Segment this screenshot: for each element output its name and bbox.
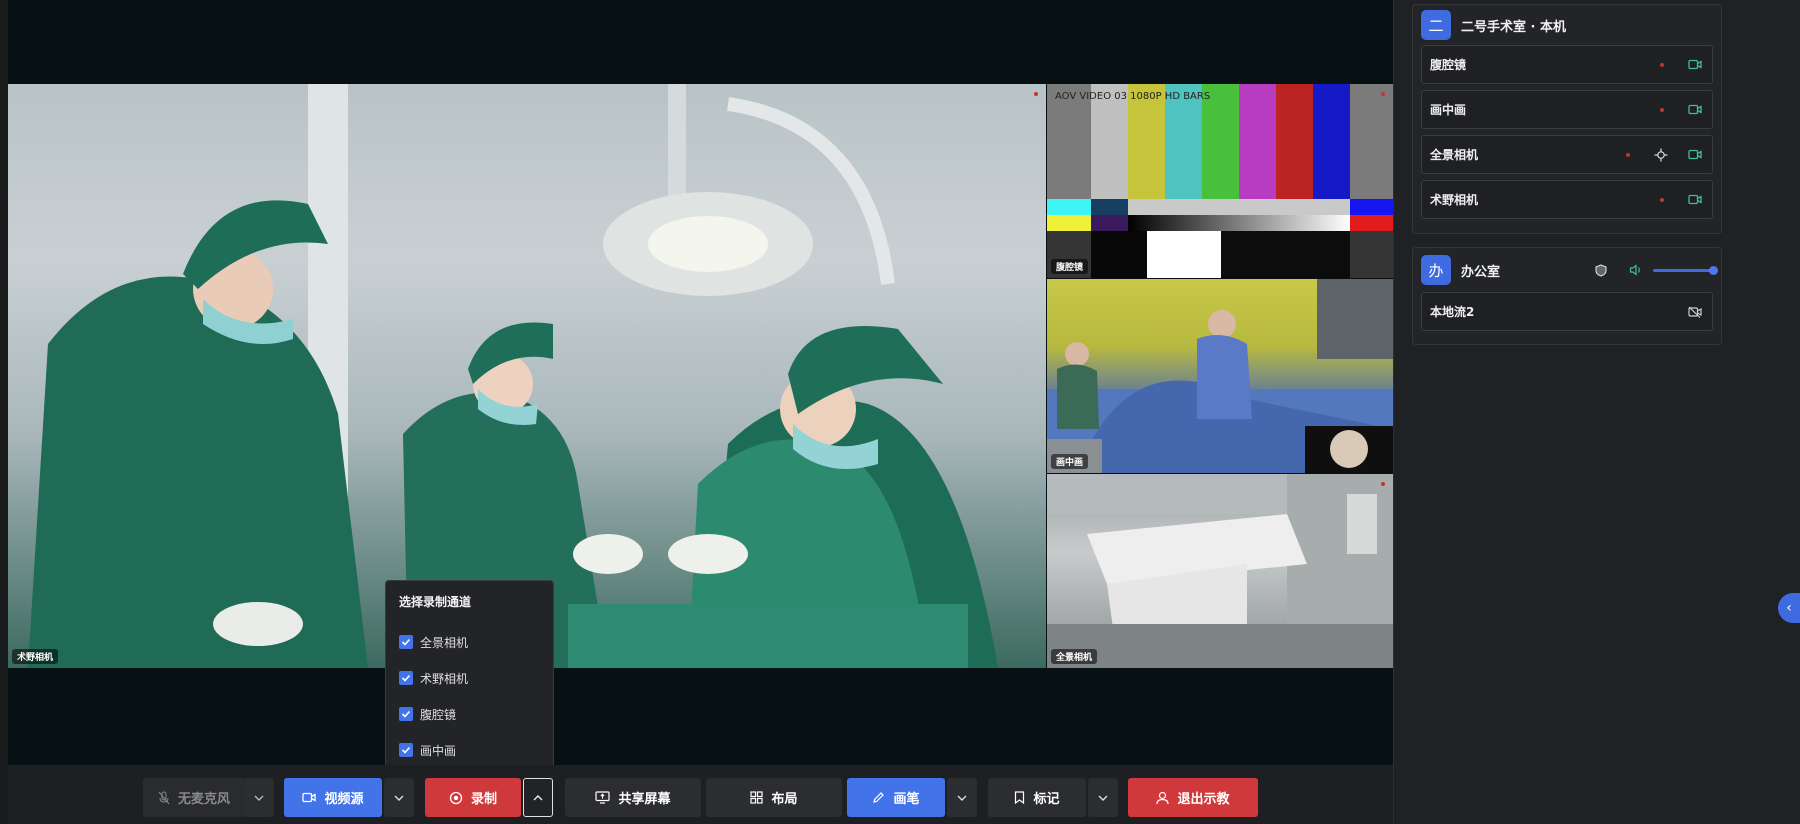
record-channel-popup: 选择录制通道 全景相机 术野相机 腹腔镜 画中画 — [385, 580, 554, 767]
recording-dot — [1034, 92, 1038, 96]
user-icon — [1156, 791, 1170, 805]
layout-label: 布局 — [771, 792, 798, 807]
color-bars-caption: AOV VIDEO 03 1080P HD BARS — [1055, 91, 1211, 102]
mic-off-icon — [158, 791, 170, 805]
recording-dot — [1660, 197, 1664, 202]
video-camera-icon[interactable] — [1688, 149, 1704, 161]
record-option-panoramic[interactable]: 全景相机 — [399, 624, 540, 660]
channel-name: 腹腔镜 — [1430, 58, 1467, 72]
room-badge: 办 — [1421, 255, 1451, 285]
room-title: 二号手术室 · 本机 — [1461, 19, 1566, 35]
ptz-control-icon[interactable] — [1654, 148, 1668, 162]
mark-label: 标记 — [1033, 792, 1060, 807]
video-camera-off-icon[interactable] — [1688, 306, 1704, 318]
pen-button[interactable]: 画笔 — [847, 778, 945, 817]
record-option-field-camera[interactable]: 术野相机 — [399, 660, 540, 696]
checkbox-checked-icon[interactable] — [399, 743, 413, 757]
record-option-label: 腹腔镜 — [420, 707, 457, 722]
tile-label-pip: 画中画 — [1051, 454, 1089, 469]
record-option-label: 画中画 — [420, 743, 457, 758]
chevron-down-icon — [394, 791, 404, 804]
record-icon — [449, 791, 463, 805]
room-badge: 二 — [1421, 10, 1451, 40]
recording-dot — [1381, 92, 1385, 96]
channel-item-panoramic[interactable]: 全景相机 — [1421, 135, 1713, 174]
operating-room-image — [1047, 279, 1393, 473]
record-dropdown[interactable] — [523, 778, 553, 817]
channel-item-pip[interactable]: 画中画 — [1421, 90, 1713, 129]
channel-name: 全景相机 — [1430, 148, 1479, 162]
record-button[interactable]: 录制 — [425, 778, 521, 817]
room-group-office: 办 办公室 本地流2 — [1412, 247, 1722, 345]
volume-slider[interactable] — [1653, 265, 1718, 275]
record-option-label: 全景相机 — [420, 635, 469, 650]
pen-icon — [872, 791, 885, 804]
channel-name: 画中画 — [1430, 103, 1467, 117]
mic-label: 无麦克风 — [177, 792, 230, 807]
tile-label-panoramic: 全景相机 — [1051, 649, 1098, 664]
mark-dropdown[interactable] — [1088, 778, 1118, 817]
video-tile-laparoscope[interactable]: AOV VIDEO 03 1080P HD BARS 腹腔镜 — [1047, 84, 1393, 278]
recording-dot — [1660, 62, 1664, 67]
sidebar-collapse-button[interactable]: ‹ — [1778, 593, 1800, 623]
video-camera-icon[interactable] — [1688, 194, 1704, 206]
popup-title: 选择录制通道 — [399, 595, 472, 609]
exit-label: 退出示教 — [1177, 792, 1230, 807]
recording-dot — [1381, 482, 1385, 486]
record-option-laparoscope[interactable]: 腹腔镜 — [399, 696, 540, 732]
video-stage: 术野相机 AOV VIDEO 03 1080P HD BARS 腹腔镜 画中画 … — [8, 0, 1393, 765]
bottom-toolbar: 无麦克风 视频源 录制 共享屏幕 布局 画笔 标记 退出示教 — [8, 765, 1393, 824]
chevron-left-icon: ‹ — [1786, 600, 1792, 616]
room-title: 办公室 — [1461, 264, 1501, 280]
share-screen-label: 共享屏幕 — [618, 792, 671, 807]
layout-button[interactable]: 布局 — [706, 778, 842, 817]
video-tile-pip[interactable]: 画中画 — [1047, 279, 1393, 473]
speaker-icon[interactable] — [1629, 264, 1643, 276]
recording-dot — [1660, 107, 1664, 112]
video-tile-panoramic[interactable]: 全景相机 — [1047, 474, 1393, 668]
pen-label: 画笔 — [893, 792, 920, 807]
channel-name: 术野相机 — [1430, 193, 1479, 207]
share-screen-button[interactable]: 共享屏幕 — [565, 778, 701, 817]
right-sidebar: 二 二号手术室 · 本机 腹腔镜 画中画 全景相机 术野相机 办 办公室 本地流… — [1393, 0, 1800, 824]
checkbox-checked-icon[interactable] — [399, 707, 413, 721]
video-camera-icon[interactable] — [1688, 59, 1704, 71]
record-option-label: 术野相机 — [420, 671, 469, 686]
pen-dropdown[interactable] — [947, 778, 977, 817]
checkbox-checked-icon[interactable] — [399, 635, 413, 649]
share-screen-icon — [595, 791, 611, 804]
volume-slider-knob[interactable] — [1709, 265, 1718, 275]
room-group-header: 办 办公室 — [1413, 248, 1721, 292]
exit-teaching-button[interactable]: 退出示教 — [1128, 778, 1258, 817]
room-group-header: 二 二号手术室 · 本机 — [1413, 5, 1721, 45]
bookmark-icon — [1014, 791, 1025, 804]
room-group-local: 二 二号手术室 · 本机 腹腔镜 画中画 全景相机 术野相机 — [1412, 4, 1722, 234]
video-source-label: 视频源 — [324, 792, 364, 807]
panoramic-room-image — [1047, 474, 1393, 668]
checkbox-checked-icon[interactable] — [399, 671, 413, 685]
video-source-button[interactable]: 视频源 — [284, 778, 382, 817]
record-option-pip[interactable]: 画中画 — [399, 732, 540, 768]
mic-dropdown[interactable] — [244, 778, 274, 817]
recording-dot — [1626, 152, 1630, 157]
channel-name: 本地流2 — [1430, 305, 1475, 319]
mic-button[interactable]: 无麦克风 — [143, 778, 245, 817]
grid-layout-icon — [750, 791, 764, 804]
video-camera-icon[interactable] — [1688, 104, 1704, 116]
chevron-down-icon — [254, 791, 264, 804]
chevron-up-icon — [533, 791, 543, 804]
chevron-down-icon — [957, 791, 967, 804]
channel-item-field-camera[interactable]: 术野相机 — [1421, 180, 1713, 219]
video-source-dropdown[interactable] — [384, 778, 414, 817]
channel-item-laparoscope[interactable]: 腹腔镜 — [1421, 45, 1713, 84]
tile-label-main: 术野相机 — [12, 649, 59, 664]
channel-item-local-stream[interactable]: 本地流2 — [1421, 292, 1713, 331]
shield-icon[interactable] — [1595, 263, 1607, 277]
color-bars-image — [1047, 84, 1393, 278]
mark-button[interactable]: 标记 — [988, 778, 1086, 817]
chevron-down-icon — [1098, 791, 1108, 804]
tile-label-laparoscope: 腹腔镜 — [1051, 259, 1089, 274]
video-camera-icon — [302, 792, 317, 803]
record-label: 录制 — [470, 792, 497, 807]
